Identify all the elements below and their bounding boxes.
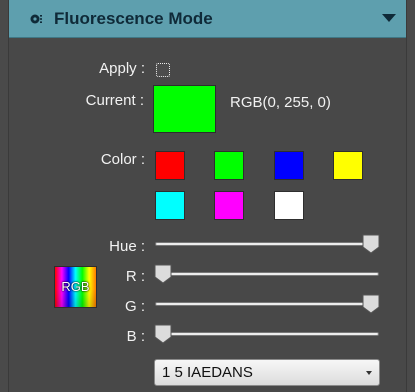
b-slider-thumb[interactable]: [154, 324, 172, 344]
color-swatch-green[interactable]: [214, 151, 244, 180]
b-slider[interactable]: [155, 332, 379, 336]
apply-checkbox[interactable]: [156, 63, 170, 77]
g-slider[interactable]: [155, 302, 379, 306]
hue-slider[interactable]: [155, 242, 379, 246]
current-label: Current :: [85, 92, 144, 109]
color-swatch-magenta[interactable]: [214, 191, 244, 220]
b-label: B :: [126, 328, 145, 345]
r-slider-thumb[interactable]: [154, 264, 172, 284]
panel-title: Fluorescence Mode: [54, 9, 213, 28]
r-slider[interactable]: [155, 272, 379, 276]
preset-value: 1 5 IAEDANS: [162, 364, 253, 381]
color-swatch-cyan[interactable]: [155, 191, 185, 220]
apply-label: Apply :: [99, 60, 145, 77]
fluorescence-mode-panel: Fluorescence Mode Apply : Current : RGB(…: [8, 0, 407, 392]
g-slider-thumb[interactable]: [362, 294, 380, 314]
hue-label: Hue :: [109, 238, 145, 255]
eye-icon: [30, 14, 42, 24]
chevron-down-icon: [366, 371, 372, 375]
panel-header[interactable]: Fluorescence Mode: [9, 0, 406, 38]
triangle-down-icon[interactable]: [382, 14, 396, 22]
color-swatch-yellow[interactable]: [333, 151, 363, 180]
g-label: G :: [124, 298, 145, 315]
hue-slider-thumb[interactable]: [362, 234, 380, 254]
color-swatch-white[interactable]: [274, 191, 304, 220]
color-swatch-blue[interactable]: [274, 151, 304, 180]
color-swatch-red[interactable]: [155, 151, 185, 180]
fluorophore-preset-dropdown[interactable]: 1 5 IAEDANS: [154, 359, 380, 386]
current-rgb-text: RGB(0, 255, 0): [230, 94, 331, 111]
rgb-mode-label: RGB: [61, 279, 90, 294]
current-color-swatch: [153, 85, 216, 133]
color-label: Color :: [100, 151, 145, 168]
